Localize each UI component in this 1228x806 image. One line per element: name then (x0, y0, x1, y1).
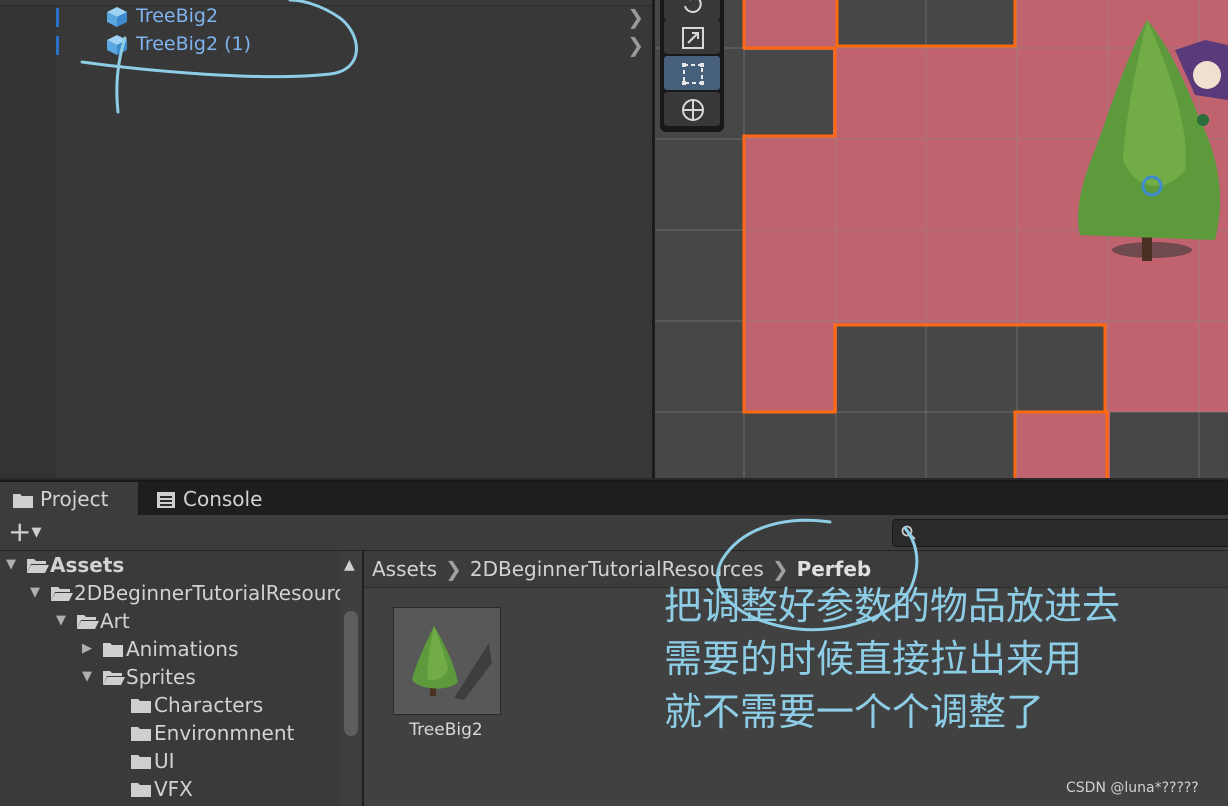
chevron-right-icon[interactable]: ❯ (627, 5, 644, 29)
prefab-cube-icon (107, 35, 127, 55)
chevron-right-icon[interactable]: ❯ (627, 33, 644, 57)
rotate-tool-icon (684, 0, 702, 13)
scroll-up-arrow-icon[interactable]: ▲ (344, 557, 355, 573)
folder-item-2dbeginner[interactable]: ▼ 2DBeginnerTutorialResources (30, 579, 340, 607)
scale-tool-button[interactable] (664, 20, 720, 54)
prefab-indicator-bar (56, 8, 59, 27)
project-toolbar: +▼ (0, 515, 1228, 551)
add-button-label: + (8, 515, 32, 548)
folder-icon (131, 699, 151, 713)
folder-item-sprites[interactable]: ▼ Sprites (82, 663, 196, 691)
scale-tool-icon (682, 27, 704, 49)
tab-label: Console (183, 487, 263, 511)
tree-prefab-thumbnail (412, 626, 492, 700)
folder-icon (131, 783, 151, 797)
folder-open-icon (27, 559, 49, 573)
folder-item-assets[interactable]: ▼ Assets (6, 551, 124, 579)
folder-item-ui[interactable]: UI (130, 747, 175, 775)
tab-project[interactable]: Project (0, 482, 138, 517)
folder-item-animations[interactable]: ▶ Animations (82, 635, 238, 663)
breadcrumb-separator-icon: ❯ (445, 557, 462, 581)
annotation-line: 需要的时候直接拉出来用 (664, 637, 1083, 681)
collapse-arrow-icon[interactable]: ▶ (82, 635, 102, 663)
hierarchy-item-label: TreeBig2 (136, 5, 219, 27)
folder-icon (13, 494, 33, 508)
expand-arrow-icon[interactable]: ▼ (56, 607, 76, 635)
transform-tool-button[interactable] (664, 92, 720, 126)
folder-icon (103, 643, 123, 657)
folder-item-characters[interactable]: Characters (130, 691, 263, 719)
folder-open-icon (77, 615, 99, 629)
breadcrumb-item-assets[interactable]: Assets (372, 551, 437, 587)
folder-item-vfx[interactable]: VFX (130, 775, 193, 803)
folder-label: 2DBeginnerTutorialResources (74, 581, 340, 605)
folder-label: Characters (154, 693, 264, 717)
folder-label: Animations (126, 637, 239, 661)
prefab-indicator-bar (56, 36, 59, 55)
rect-tool-icon (682, 63, 704, 85)
tab-console[interactable]: Console (140, 482, 290, 517)
transform-tool-icon (682, 99, 704, 121)
panel-tab-bar: Project Console (0, 480, 1228, 517)
hierarchy-panel: TreeBig2 ❯ TreeBig2 (1) ❯ (0, 0, 652, 478)
hierarchy-item-treebig2[interactable]: TreeBig2 ❯ (56, 3, 652, 31)
hierarchy-item-label: TreeBig2 (1) (136, 33, 252, 55)
scene-view[interactable] (655, 0, 1228, 478)
search-input[interactable] (892, 519, 1228, 547)
annotation-line: 就不需要一个个调整了 (664, 690, 1045, 734)
rect-tool-button[interactable] (664, 56, 720, 90)
folder-label: VFX (154, 777, 193, 801)
console-icon (157, 492, 175, 508)
scene-canvas[interactable] (655, 0, 1228, 478)
scrollbar-thumb[interactable] (344, 611, 358, 736)
expand-arrow-icon[interactable]: ▼ (82, 663, 102, 691)
tab-label: Project (40, 487, 109, 511)
search-icon (901, 525, 916, 540)
watermark: CSDN @luna*????? (1066, 780, 1199, 796)
add-asset-button[interactable]: +▼ (8, 518, 58, 548)
annotation-text: 把调整好参数的物品放进去 需要的时候直接拉出来用 就不需要一个个调整了 (664, 580, 1120, 739)
folder-item-environmnent[interactable]: Environmnent (130, 719, 294, 747)
folder-item-art[interactable]: ▼ Art (56, 607, 130, 635)
folder-open-icon (103, 671, 125, 685)
folder-label: UI (154, 749, 175, 773)
asset-thumbnail-treebig2[interactable] (393, 607, 501, 715)
rotate-tool-button[interactable] (664, 0, 720, 20)
expand-arrow-icon[interactable]: ▼ (30, 579, 50, 607)
chevron-down-icon: ▼ (31, 525, 42, 540)
folder-open-icon (51, 587, 73, 601)
folder-icon (131, 727, 151, 741)
folder-label: Sprites (126, 665, 196, 689)
scene-tool-palette (660, 0, 724, 132)
folder-tree: ▼ Assets ▼ 2DBeginnerTutorialResources ▼ Ar… (0, 551, 340, 806)
folder-label: Assets (50, 553, 125, 577)
folder-tree-scrollbar[interactable]: ▲ (340, 551, 362, 806)
annotation-line: 把调整好参数的物品放进去 (664, 584, 1121, 628)
hierarchy-gutter (0, 0, 56, 478)
hierarchy-item-treebig2-1[interactable]: TreeBig2 (1) ❯ (56, 31, 652, 59)
prefab-cube-icon (107, 7, 127, 27)
folder-icon (131, 755, 151, 769)
expand-arrow-icon[interactable]: ▼ (6, 551, 26, 579)
folder-label: Environmnent (154, 721, 295, 745)
folder-label: Art (100, 609, 130, 633)
asset-label: TreeBig2 (409, 720, 483, 740)
